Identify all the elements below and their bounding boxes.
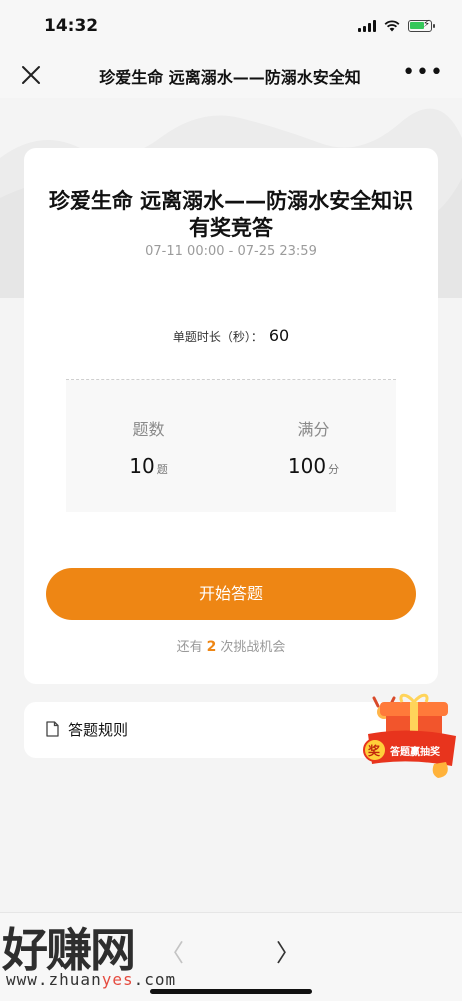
lottery-gift-badge[interactable]: 奖 答题赢抽奖 xyxy=(360,690,462,790)
status-time: 14:32 xyxy=(44,16,99,36)
stat-value: 10 xyxy=(129,454,155,478)
start-quiz-button[interactable]: 开始答题 xyxy=(46,568,416,620)
remaining-chances: 还有 2 次挑战机会 xyxy=(24,636,438,655)
signal-icon xyxy=(358,20,376,32)
stat-question-count: 题数 10 题 xyxy=(66,380,231,478)
gift-box-icon xyxy=(363,693,456,778)
stat-full-score: 满分 100 分 xyxy=(231,380,396,478)
nav-bar: 珍爱生命 远离溺水——防溺水安全知 ••• xyxy=(0,52,462,98)
stat-unit: 题 xyxy=(156,463,168,476)
wifi-icon xyxy=(384,20,400,32)
chances-count: 2 xyxy=(206,639,217,655)
quiz-stats: 题数 10 题 满分 100 分 xyxy=(66,380,396,512)
status-bar: 14:32 ⚡ xyxy=(0,0,462,52)
quiz-rules-label: 答题规则 xyxy=(68,721,129,739)
forward-arrow-icon[interactable]: 〉 xyxy=(276,933,300,968)
nav-title: 珍爱生命 远离溺水——防溺水安全知 xyxy=(99,68,361,87)
document-icon xyxy=(46,721,59,737)
stat-label: 满分 xyxy=(297,420,330,439)
question-duration: 单题时长（秒）： 60 xyxy=(24,326,438,345)
stat-label: 题数 xyxy=(132,420,165,439)
quiz-card: 珍爱生命 远离溺水——防溺水安全知识有奖竞答 07-11 00:00 - 07-… xyxy=(24,148,438,684)
quiz-title: 珍爱生命 远离溺水——防溺水安全知识有奖竞答 xyxy=(48,189,414,240)
lottery-badge-label: 答题赢抽奖 xyxy=(390,747,440,758)
lottery-seal-text: 奖 xyxy=(368,744,381,758)
more-icon[interactable]: ••• xyxy=(402,60,444,85)
site-watermark: 好赚网 www.zhuanyes.com xyxy=(2,914,202,994)
stat-value: 100 xyxy=(287,454,327,478)
duration-label: 单题时长（秒）： xyxy=(172,330,263,344)
close-icon[interactable] xyxy=(18,62,44,88)
watermark-url: www.zhuanyes.com xyxy=(6,970,177,989)
chances-suffix: 次挑战机会 xyxy=(220,640,286,655)
duration-value: 60 xyxy=(268,326,290,345)
stat-unit: 分 xyxy=(328,463,340,476)
battery-icon: ⚡ xyxy=(408,19,435,32)
chances-prefix: 还有 xyxy=(176,640,203,655)
quiz-date-range: 07-11 00:00 - 07-25 23:59 xyxy=(145,244,317,259)
status-icons: ⚡ xyxy=(358,18,435,32)
